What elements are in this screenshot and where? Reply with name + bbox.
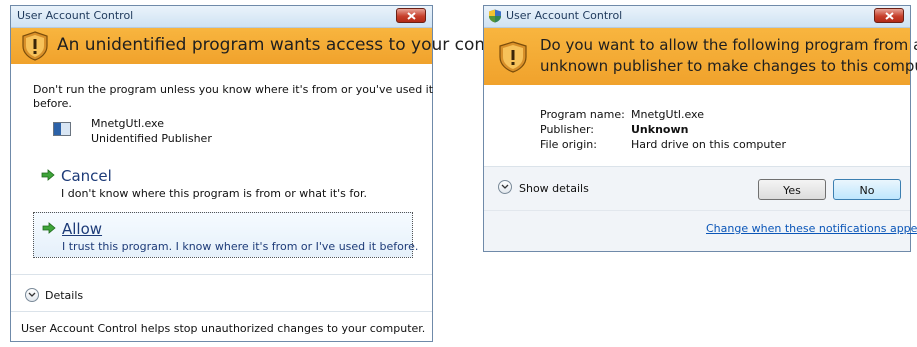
arrow-right-icon (42, 222, 56, 234)
title-bar: User Account Control (11, 6, 432, 28)
window-title: User Account Control (506, 9, 623, 22)
banner-title-line2: unknown publisher to make changes to thi… (540, 57, 917, 75)
cancel-option-title: Cancel (61, 167, 112, 185)
show-details-label: Show details (519, 182, 589, 195)
uac-shield-icon (489, 9, 501, 23)
warning-banner: Do you want to allow the following progr… (484, 28, 917, 85)
program-name-value: MnetgUtl.exe (631, 108, 704, 121)
allow-option-title: Allow (62, 220, 103, 238)
allow-option-desc: I trust this program. I know where it's … (62, 240, 419, 253)
publisher-text: Unidentified Publisher (91, 132, 212, 145)
warning-text-line2: before. (33, 97, 72, 110)
window-title: User Account Control (17, 9, 134, 22)
file-origin-value: Hard drive on this computer (631, 138, 786, 151)
publisher-label: Publisher: (540, 123, 595, 136)
close-icon (407, 12, 416, 20)
banner-title: An unidentified program wants access to … (57, 35, 537, 55)
warning-text-line1: Don't run the program unless you know wh… (33, 83, 434, 96)
divider (484, 166, 910, 167)
title-bar: User Account Control (484, 6, 910, 28)
arrow-right-icon (41, 169, 55, 181)
yes-button[interactable]: Yes (758, 179, 826, 200)
publisher-value: Unknown (631, 123, 689, 136)
divider (11, 274, 432, 275)
close-button[interactable] (396, 8, 426, 23)
chevron-down-icon (25, 288, 39, 302)
uac-dialog-vista: User Account Control An unidentified pro… (10, 5, 537, 342)
uac-dialog-win7: User Account Control Do you want to allo… (483, 5, 917, 252)
program-name-label: Program name: (540, 108, 625, 121)
button-area: Show details Yes No Change when these no… (484, 166, 917, 251)
divider (484, 210, 910, 211)
warning-shield-icon (22, 31, 48, 61)
no-button[interactable]: No (833, 179, 901, 200)
cancel-option-desc: I don't know where this program is from … (61, 187, 368, 200)
chevron-down-icon (498, 180, 512, 194)
file-origin-label: File origin: (540, 138, 597, 151)
allow-option[interactable]: Allow I trust this program. I know where… (33, 212, 418, 258)
footer-text: User Account Control helps stop unauthor… (21, 322, 426, 335)
program-name: MnetgUtl.exe (91, 117, 164, 130)
change-notifications-link[interactable]: Change when these notifications appear (706, 222, 917, 235)
close-button[interactable] (874, 8, 904, 23)
program-icon (53, 122, 71, 136)
details-label: Details (45, 289, 84, 302)
divider (11, 311, 432, 312)
warning-shield-icon (499, 41, 527, 73)
warning-banner: An unidentified program wants access to … (11, 28, 537, 64)
close-icon (885, 12, 894, 20)
banner-title-line1: Do you want to allow the following progr… (540, 36, 917, 54)
